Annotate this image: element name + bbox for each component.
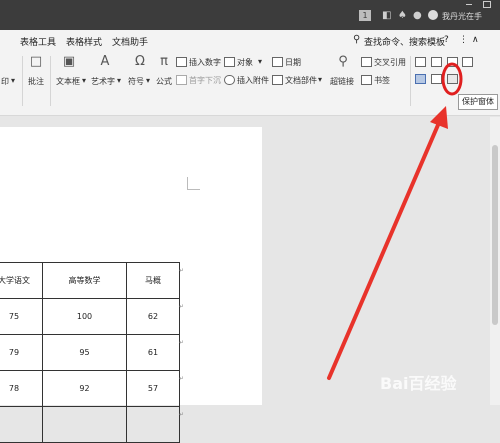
annotation-overlay [327,62,463,380]
table-cell[interactable] [42,406,127,443]
tooltip-protect-form: 保护窗体 [458,94,498,110]
table-cell[interactable] [0,406,43,443]
table-cell[interactable] [126,406,180,443]
table-row [0,406,180,443]
baidu-watermark: Bai百经验 [380,374,457,393]
highlight-ring [441,62,463,96]
annotation-arrow-shaft [327,116,443,380]
